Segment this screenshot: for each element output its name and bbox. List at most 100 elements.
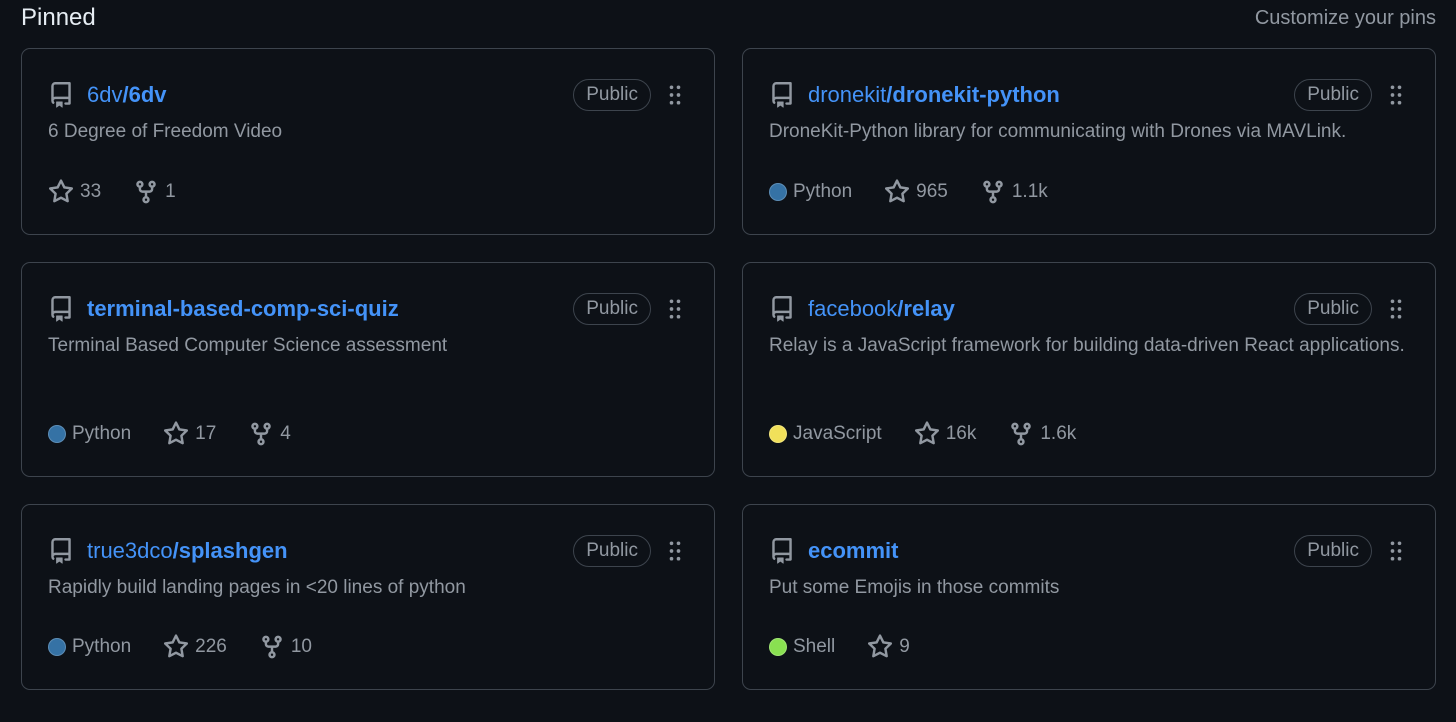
repo-description: Relay is a JavaScript framework for buil… bbox=[769, 335, 1405, 356]
repo-owner: 6dv bbox=[87, 82, 123, 107]
visibility-badge: Public bbox=[1294, 293, 1372, 325]
fork-count: 1 bbox=[165, 181, 176, 202]
star-count: 16k bbox=[945, 423, 977, 444]
repo-meta: Python 965 1.1k bbox=[769, 176, 1080, 208]
repo-meta: Shell 9 bbox=[769, 631, 942, 663]
repo-title: 6dv bbox=[128, 82, 167, 107]
repo-link[interactable]: facebook/relay bbox=[808, 296, 955, 322]
repo-owner: facebook bbox=[808, 296, 898, 321]
language-color-dot bbox=[769, 183, 787, 201]
language-color-dot bbox=[769, 638, 787, 656]
grabber-icon[interactable] bbox=[668, 297, 682, 321]
repo-link[interactable]: true3dco/splashgen bbox=[87, 538, 288, 564]
customize-pins-link[interactable]: Customize your pins bbox=[1255, 7, 1436, 30]
grabber-icon[interactable] bbox=[668, 83, 682, 107]
card-header: terminal-based-comp-sci-quiz Public bbox=[48, 289, 688, 329]
repo-meta: Python 17 4 bbox=[48, 418, 323, 450]
pinned-header: Pinned Customize your pins bbox=[21, 0, 1436, 36]
card-header: dronekit/dronekit-python Public bbox=[769, 75, 1409, 115]
fork-count: 1.6k bbox=[1040, 423, 1077, 444]
star-icon bbox=[48, 179, 74, 205]
language-label: Shell bbox=[793, 636, 836, 657]
pinned-repo-card: 6dv/6dv Public 6 Degree of Freedom Video… bbox=[21, 48, 715, 235]
grabber-icon[interactable] bbox=[1389, 539, 1403, 563]
repo-language: JavaScript bbox=[769, 423, 882, 445]
forks-link[interactable]: 1 bbox=[133, 179, 176, 205]
language-label: JavaScript bbox=[793, 423, 882, 444]
repo-language: Python bbox=[48, 423, 131, 445]
pinned-repo-card: facebook/relay Public Relay is a JavaScr… bbox=[742, 262, 1436, 477]
pinned-repo-card: ecommit Public Put some Emojis in those … bbox=[742, 504, 1436, 690]
repo-description: DroneKit-Python library for communicatin… bbox=[769, 121, 1347, 142]
star-icon bbox=[867, 634, 893, 660]
repo-icon bbox=[48, 82, 74, 108]
repo-icon bbox=[48, 296, 74, 322]
star-icon bbox=[884, 179, 910, 205]
repo-owner: dronekit bbox=[808, 82, 887, 107]
stargazers-link[interactable]: 33 bbox=[48, 179, 101, 205]
repo-meta: 33 1 bbox=[48, 176, 208, 208]
repo-link[interactable]: dronekit/dronekit-python bbox=[808, 82, 1060, 108]
repo-description: 6 Degree of Freedom Video bbox=[48, 121, 283, 142]
stargazers-link[interactable]: 9 bbox=[867, 634, 910, 660]
visibility-badge: Public bbox=[573, 293, 651, 325]
visibility-badge: Public bbox=[573, 79, 651, 111]
fork-count: 4 bbox=[280, 423, 291, 444]
language-label: Python bbox=[72, 423, 132, 444]
language-color-dot bbox=[769, 425, 787, 443]
repo-language: Python bbox=[48, 636, 131, 658]
pinned-repo-card: dronekit/dronekit-python Public DroneKit… bbox=[742, 48, 1436, 235]
card-header: 6dv/6dv Public bbox=[48, 75, 688, 115]
repo-language: Shell bbox=[769, 636, 835, 658]
repo-icon bbox=[769, 538, 795, 564]
repo-link[interactable]: ecommit bbox=[808, 538, 898, 564]
repo-icon bbox=[48, 538, 74, 564]
pinned-repo-card: terminal-based-comp-sci-quiz Public Term… bbox=[21, 262, 715, 477]
pinned-repo-card: true3dco/splashgen Public Rapidly build … bbox=[21, 504, 715, 690]
stargazers-link[interactable]: 965 bbox=[884, 179, 948, 205]
repo-description: Put some Emojis in those commits bbox=[769, 577, 1060, 598]
fork-count: 1.1k bbox=[1011, 181, 1048, 202]
repo-icon bbox=[769, 82, 795, 108]
star-icon bbox=[163, 421, 189, 447]
repo-title: terminal-based-comp-sci-quiz bbox=[87, 296, 399, 321]
stargazers-link[interactable]: 17 bbox=[163, 421, 216, 447]
section-title: Pinned bbox=[21, 4, 96, 31]
visibility-badge: Public bbox=[1294, 535, 1372, 567]
repo-link[interactable]: 6dv/6dv bbox=[87, 82, 167, 108]
star-count: 226 bbox=[195, 636, 227, 657]
repo-meta: JavaScript 16k 1.6k bbox=[769, 418, 1108, 450]
stargazers-link[interactable]: 16k bbox=[914, 421, 977, 447]
star-count: 17 bbox=[195, 423, 217, 444]
repo-icon bbox=[769, 296, 795, 322]
repo-title: splashgen bbox=[178, 538, 288, 563]
star-count: 965 bbox=[916, 181, 948, 202]
pinned-grid: 6dv/6dv Public 6 Degree of Freedom Video… bbox=[21, 48, 1436, 690]
grabber-icon[interactable] bbox=[1389, 297, 1403, 321]
stargazers-link[interactable]: 226 bbox=[163, 634, 227, 660]
repo-description: Rapidly build landing pages in <20 lines… bbox=[48, 577, 466, 598]
repo-owner: true3dco bbox=[87, 538, 173, 563]
language-label: Python bbox=[72, 636, 132, 657]
fork-icon bbox=[133, 179, 159, 205]
repo-link[interactable]: terminal-based-comp-sci-quiz bbox=[87, 296, 399, 322]
forks-link[interactable]: 4 bbox=[248, 421, 291, 447]
star-count: 33 bbox=[80, 181, 102, 202]
language-color-dot bbox=[48, 638, 66, 656]
card-header: ecommit Public bbox=[769, 531, 1409, 571]
forks-link[interactable]: 1.6k bbox=[1008, 421, 1076, 447]
repo-meta: Python 226 10 bbox=[48, 631, 344, 663]
repo-title: dronekit-python bbox=[892, 82, 1060, 107]
repo-title: relay bbox=[903, 296, 955, 321]
forks-link[interactable]: 10 bbox=[259, 634, 312, 660]
language-label: Python bbox=[793, 181, 853, 202]
fork-icon bbox=[248, 421, 274, 447]
grabber-icon[interactable] bbox=[1389, 83, 1403, 107]
repo-language: Python bbox=[769, 181, 852, 203]
language-color-dot bbox=[48, 425, 66, 443]
grabber-icon[interactable] bbox=[668, 539, 682, 563]
visibility-badge: Public bbox=[573, 535, 651, 567]
visibility-badge: Public bbox=[1294, 79, 1372, 111]
fork-icon bbox=[980, 179, 1006, 205]
forks-link[interactable]: 1.1k bbox=[980, 179, 1048, 205]
